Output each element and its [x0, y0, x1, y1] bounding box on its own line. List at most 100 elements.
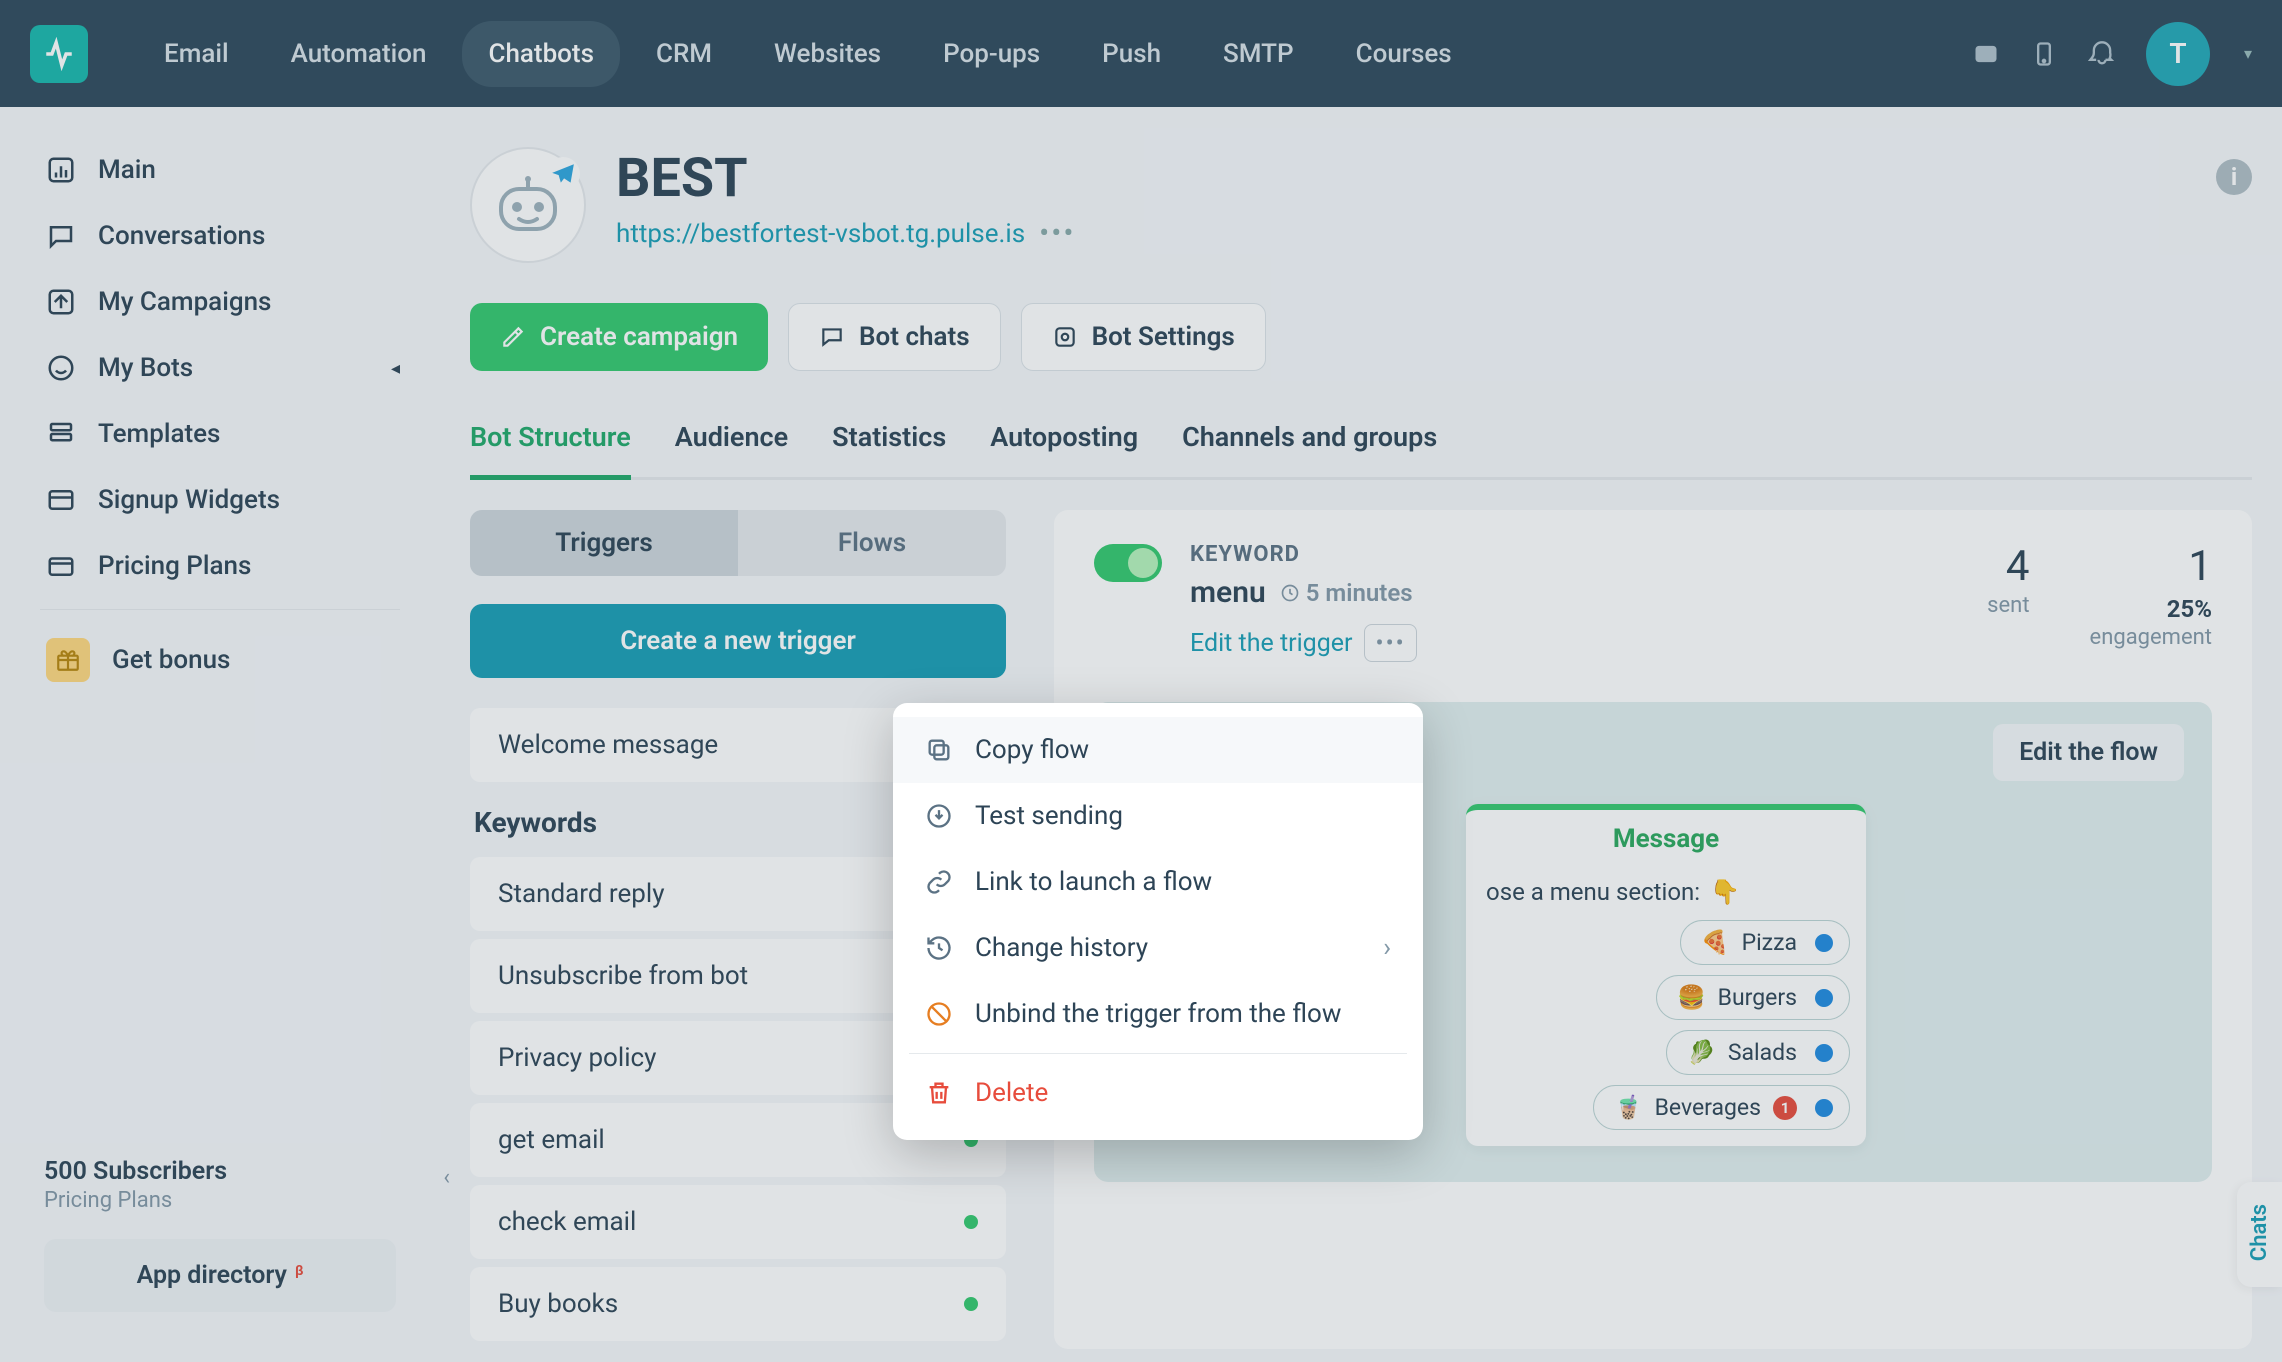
- message-node-body: ose a menu section: 👇: [1466, 866, 1866, 920]
- sidebar-item-mybots[interactable]: My Bots ◂: [20, 335, 420, 401]
- bot-chats-button[interactable]: Bot chats: [788, 303, 1001, 371]
- active-dot-icon: [964, 1297, 978, 1311]
- connector-dot-icon[interactable]: [1815, 1044, 1833, 1062]
- edit-flow-button[interactable]: Edit the flow: [1993, 724, 2184, 781]
- salad-icon: 🥬: [1687, 1039, 1716, 1066]
- nav-websites[interactable]: Websites: [748, 21, 907, 87]
- create-campaign-button[interactable]: Create campaign: [470, 303, 768, 371]
- nav-smtp[interactable]: SMTP: [1197, 21, 1320, 87]
- engagement-number: 1: [2090, 542, 2212, 591]
- dashboard-icon: [46, 155, 76, 185]
- nav-push[interactable]: Push: [1076, 21, 1187, 87]
- sidebar-item-label: Get bonus: [112, 645, 230, 675]
- tab-bot-structure[interactable]: Bot Structure: [470, 421, 631, 480]
- action-row: Create campaign Bot chats Bot Settings: [470, 303, 2252, 371]
- messages-icon[interactable]: [1972, 40, 2000, 68]
- connector-dot-icon[interactable]: [1815, 989, 1833, 1007]
- avatar[interactable]: T: [2146, 22, 2210, 86]
- tab-autoposting[interactable]: Autoposting: [990, 421, 1138, 480]
- sidebar: Main Conversations My Campaigns My Bots …: [0, 107, 440, 1362]
- option-pizza[interactable]: 🍕 Pizza: [1680, 920, 1850, 965]
- ctx-link-launch[interactable]: Link to launch a flow: [893, 849, 1423, 915]
- option-burgers[interactable]: 🍔Burgers: [1656, 975, 1850, 1020]
- beverage-icon: 🧋: [1614, 1094, 1643, 1121]
- ctx-delete[interactable]: Delete: [893, 1060, 1423, 1126]
- sidebar-item-pricing[interactable]: Pricing Plans: [20, 533, 420, 599]
- sidebar-item-templates[interactable]: Templates: [20, 401, 420, 467]
- bot-url-row: https://bestfortest-vsbot.tg.pulse.is ••…: [616, 216, 1075, 251]
- sidebar-item-bonus[interactable]: Get bonus: [20, 620, 420, 700]
- create-campaign-label: Create campaign: [540, 322, 738, 352]
- tab-channels[interactable]: Channels and groups: [1182, 421, 1437, 480]
- ctx-change-history[interactable]: Change history ›: [893, 915, 1423, 981]
- keyword-label: Buy books: [498, 1289, 618, 1319]
- bot-chats-label: Bot chats: [859, 322, 970, 352]
- bot-title-block: BEST https://bestfortest-vsbot.tg.pulse.…: [616, 147, 1075, 251]
- collapse-sidebar-icon[interactable]: ‹: [443, 1165, 450, 1190]
- stat-sent: 4 sent: [1987, 542, 2029, 650]
- ctx-label: Unbind the trigger from the flow: [975, 999, 1341, 1029]
- trigger-more-button[interactable]: •••: [1364, 624, 1416, 662]
- keyword-label: Privacy policy: [498, 1043, 656, 1073]
- keyword-label: Standard reply: [498, 879, 665, 909]
- chats-icon: [819, 324, 845, 350]
- message-node[interactable]: Message ose a menu section: 👇 🍕Pizza 🍔Bu…: [1466, 804, 1866, 1146]
- nav-automation[interactable]: Automation: [265, 21, 453, 87]
- sidebar-item-campaigns[interactable]: My Campaigns: [20, 269, 420, 335]
- info-icon[interactable]: i: [2216, 159, 2252, 195]
- option-label: Salads: [1728, 1039, 1797, 1066]
- tab-audience[interactable]: Audience: [675, 421, 788, 480]
- segment-flows[interactable]: Flows: [738, 510, 1006, 576]
- nav-popups[interactable]: Pop-ups: [917, 21, 1066, 87]
- option-label: Burgers: [1718, 984, 1797, 1011]
- wallet-icon: [46, 551, 76, 581]
- nav-crm[interactable]: CRM: [630, 21, 738, 87]
- subscribers-sublabel[interactable]: Pricing Plans: [44, 1188, 396, 1213]
- sent-number: 4: [1987, 542, 2029, 591]
- option-label: Pizza: [1742, 929, 1797, 956]
- templates-icon: [46, 419, 76, 449]
- bell-icon[interactable]: [2088, 40, 2116, 68]
- nav-chatbots[interactable]: Chatbots: [462, 21, 620, 87]
- ctx-divider: [909, 1053, 1407, 1054]
- bot-settings-button[interactable]: Bot Settings: [1021, 303, 1266, 371]
- tabs: Bot Structure Audience Statistics Autopo…: [470, 421, 2252, 480]
- nav-email[interactable]: Email: [138, 21, 255, 87]
- sidebar-item-conversations[interactable]: Conversations: [20, 203, 420, 269]
- sidebar-item-widgets[interactable]: Signup Widgets: [20, 467, 420, 533]
- chevron-left-icon[interactable]: ◂: [391, 358, 400, 379]
- keyword-row[interactable]: Buy books: [470, 1267, 1006, 1341]
- bot-header: BEST https://bestfortest-vsbot.tg.pulse.…: [470, 147, 2252, 263]
- keyword-label: Unsubscribe from bot: [498, 961, 748, 991]
- ctx-label: Delete: [975, 1078, 1048, 1108]
- bot-url-more-icon[interactable]: •••: [1039, 216, 1075, 251]
- mobile-icon[interactable]: [2030, 40, 2058, 68]
- connector-dot-icon[interactable]: [1815, 934, 1833, 952]
- ctx-copy-flow[interactable]: Copy flow: [893, 717, 1423, 783]
- chats-side-tab[interactable]: Chats: [2237, 1182, 2282, 1287]
- chats-tab-label: Chats: [2247, 1204, 2272, 1261]
- connector-dot-icon[interactable]: [1815, 1099, 1833, 1117]
- pizza-icon: 🍕: [1701, 929, 1730, 956]
- nav-courses[interactable]: Courses: [1330, 21, 1478, 87]
- edit-trigger-link[interactable]: Edit the trigger: [1190, 629, 1352, 658]
- option-label: Beverages: [1655, 1094, 1761, 1121]
- bot-name: BEST: [616, 147, 1075, 210]
- keyword-row[interactable]: check email: [470, 1185, 1006, 1259]
- sidebar-item-main[interactable]: Main: [20, 137, 420, 203]
- bot-icon: [46, 353, 76, 383]
- bot-url[interactable]: https://bestfortest-vsbot.tg.pulse.is: [616, 219, 1025, 249]
- logo[interactable]: [30, 25, 88, 83]
- trigger-toggle[interactable]: [1094, 544, 1162, 582]
- create-trigger-button[interactable]: Create a new trigger: [470, 604, 1006, 678]
- avatar-chevron-icon[interactable]: ▾: [2244, 44, 2252, 63]
- gift-icon-wrap: [46, 638, 90, 682]
- compose-icon: [500, 324, 526, 350]
- ctx-test-sending[interactable]: Test sending: [893, 783, 1423, 849]
- tab-statistics[interactable]: Statistics: [832, 421, 946, 480]
- option-beverages[interactable]: 🧋Beverages1: [1593, 1085, 1850, 1130]
- app-directory-button[interactable]: App directory β: [44, 1239, 396, 1312]
- option-salads[interactable]: 🥬 Salads: [1666, 1030, 1850, 1075]
- ctx-unbind[interactable]: Unbind the trigger from the flow: [893, 981, 1423, 1047]
- segment-triggers[interactable]: Triggers: [470, 510, 738, 576]
